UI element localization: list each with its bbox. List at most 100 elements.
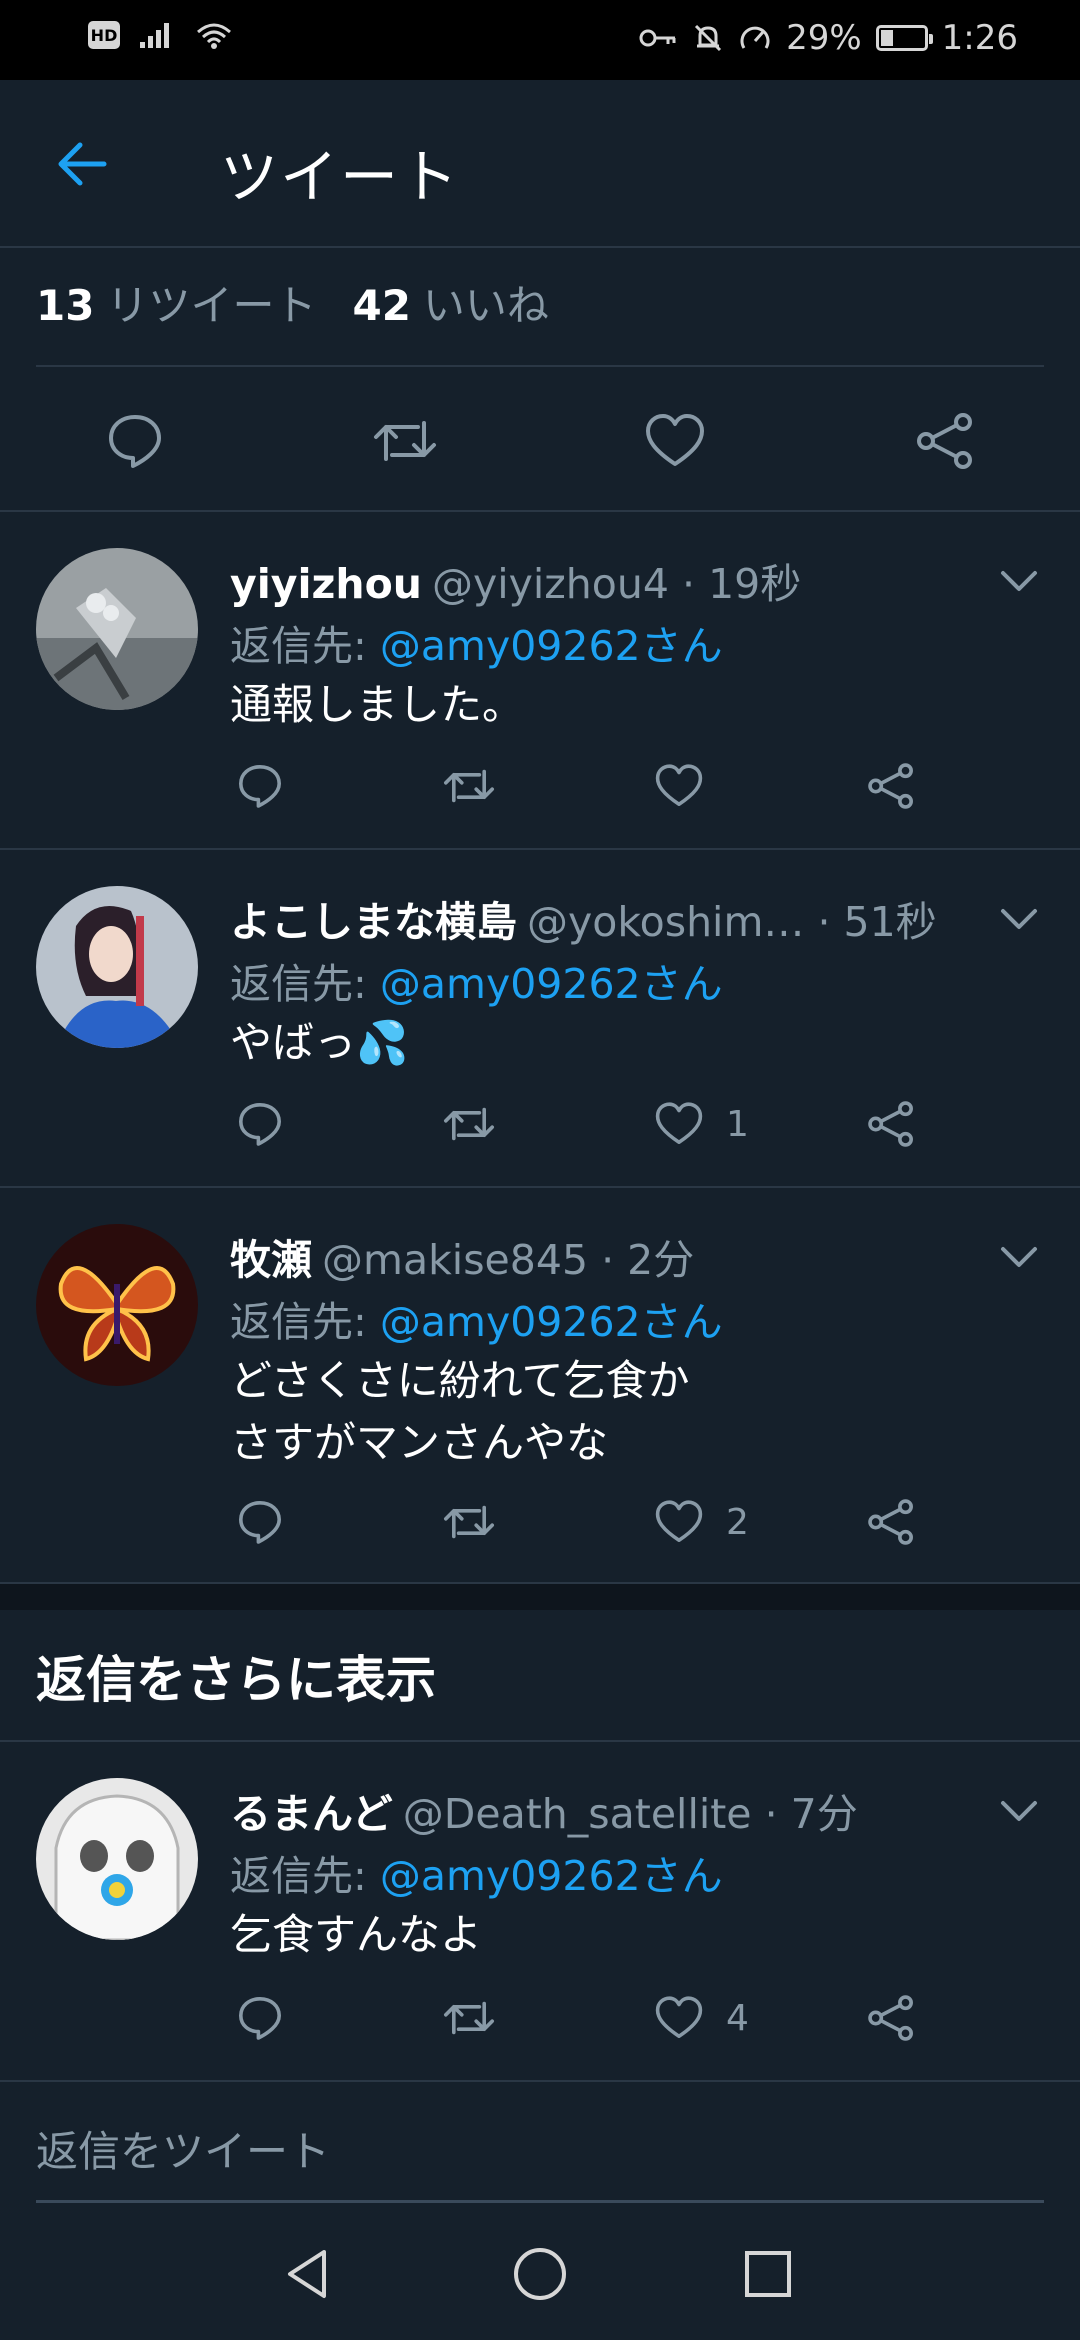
- reply-button[interactable]: [236, 756, 284, 816]
- reply-button[interactable]: [236, 1492, 284, 1552]
- battery-percent: 29%: [786, 18, 862, 58]
- reply-to-label: 返信先:: [230, 1852, 367, 1900]
- like-icon: [646, 414, 704, 466]
- reply-item[interactable]: るまんど @Death_satellite · 7分 返信先: @amy09262…: [0, 1742, 1080, 2082]
- like-button[interactable]: 4: [654, 1988, 749, 2048]
- status-bar: HD 29% 1:26: [0, 0, 1080, 80]
- bell-muted-icon: [695, 24, 722, 52]
- like-count: 4: [726, 1997, 749, 2039]
- reply-text: 通報しました。: [230, 680, 525, 729]
- reply-icon: [109, 415, 161, 468]
- nav-home-button[interactable]: [504, 2238, 576, 2310]
- retweets-count: 13: [36, 281, 95, 330]
- data-saver-icon: [740, 26, 770, 49]
- reply-item[interactable]: yiyizhou @yiyizhou4 · 19秒 返信先: @amy09262さ…: [0, 512, 1080, 850]
- chevron-down-icon: [1001, 1801, 1037, 1821]
- share-icon: [868, 1995, 913, 2041]
- reply-header: るまんど @Death_satellite · 7分: [230, 1780, 990, 1840]
- avatar-image: [36, 886, 198, 1048]
- avatar[interactable]: [36, 1778, 198, 1940]
- display-name[interactable]: るまんど: [230, 1790, 393, 1838]
- like-button[interactable]: [640, 406, 710, 476]
- reply-text: どさくさに紛れて乞食か さすがマンさんやな: [230, 1356, 690, 1467]
- more-options-button[interactable]: [994, 1786, 1044, 1836]
- battery-icon: [875, 25, 933, 51]
- like-icon: [655, 1996, 703, 2039]
- retweet-button[interactable]: [442, 756, 496, 816]
- likes-count: 42: [352, 281, 411, 330]
- chevron-down-icon: [1001, 909, 1037, 929]
- retweets-label: リツイート: [106, 281, 317, 330]
- signal-icon: [140, 23, 169, 48]
- tweet-actions: [0, 368, 1080, 512]
- avatar[interactable]: [36, 886, 198, 1048]
- share-button[interactable]: [866, 1492, 916, 1552]
- handle[interactable]: @makise845: [322, 1236, 588, 1284]
- more-options-button[interactable]: [994, 894, 1044, 944]
- retweet-icon: [444, 769, 495, 803]
- reply-item[interactable]: 牧瀬 @makise845 · 2分 返信先: @amy09262さん どさくさに…: [0, 1188, 1080, 1584]
- retweet-icon: [444, 2001, 495, 2035]
- reply-actions: 2: [230, 1492, 1080, 1552]
- handle[interactable]: @yiyizhou4: [432, 560, 669, 608]
- clock: 1:26: [941, 18, 1018, 58]
- system-nav-bar: [0, 2204, 1080, 2340]
- avatar[interactable]: [36, 1224, 198, 1386]
- mention-link[interactable]: @amy09262さん: [380, 1852, 723, 1900]
- mention-link[interactable]: @amy09262さん: [380, 622, 723, 670]
- like-button[interactable]: 1: [654, 1094, 749, 1154]
- retweet-icon: [444, 1107, 495, 1141]
- likes-stat[interactable]: 42 いいね: [352, 281, 548, 330]
- key-icon: [639, 29, 676, 47]
- timestamp: · 2分: [601, 1236, 695, 1284]
- reply-icon: [239, 1501, 281, 1544]
- like-count: 2: [726, 1501, 749, 1543]
- retweet-icon: [374, 421, 436, 461]
- status-bar-right: 29% 1:26: [638, 18, 1018, 58]
- handle[interactable]: @Death_satellite: [403, 1790, 752, 1838]
- reply-button[interactable]: [100, 406, 170, 476]
- display-name[interactable]: yiyizhou: [230, 560, 422, 608]
- reply-text: やばっ💦: [230, 1018, 409, 1067]
- like-button[interactable]: 2: [654, 1492, 749, 1552]
- share-icon: [868, 1101, 913, 1147]
- reply-actions: [230, 756, 1080, 816]
- more-replies-link[interactable]: 返信をさらに表示: [36, 1640, 436, 1712]
- retweet-button[interactable]: [442, 1492, 496, 1552]
- reply-to: 返信先: @amy09262さん: [230, 612, 723, 672]
- share-button[interactable]: [866, 756, 916, 816]
- reply-compose-input[interactable]: 返信をツイート: [36, 2118, 330, 2179]
- reply-to: 返信先: @amy09262さん: [230, 1842, 723, 1902]
- reply-item[interactable]: よこしまな横島 @yokoshim… · 51秒 返信先: @amy09262さん…: [0, 850, 1080, 1188]
- like-button[interactable]: [654, 756, 726, 816]
- display-name[interactable]: よこしまな横島: [230, 898, 517, 946]
- back-button[interactable]: [44, 126, 120, 202]
- retweet-button[interactable]: [370, 406, 440, 476]
- reply-icon: [239, 1103, 281, 1146]
- likes-label: いいね: [422, 281, 549, 330]
- reply-button[interactable]: [236, 1988, 284, 2048]
- mention-link[interactable]: @amy09262さん: [380, 960, 723, 1008]
- more-options-button[interactable]: [994, 1232, 1044, 1282]
- handle[interactable]: @yokoshim…: [527, 898, 804, 946]
- reply-actions: 4: [230, 1988, 1080, 2048]
- page-title: ツイート: [220, 143, 461, 211]
- more-options-button[interactable]: [994, 556, 1044, 606]
- avatar[interactable]: [36, 548, 198, 710]
- nav-back-button[interactable]: [272, 2238, 344, 2310]
- back-arrow-icon: [58, 142, 107, 186]
- retweets-stat[interactable]: 13 リツイート: [36, 281, 316, 330]
- chevron-down-icon: [1001, 1247, 1037, 1267]
- like-icon: [655, 1102, 703, 1145]
- share-button[interactable]: [866, 1988, 916, 2048]
- reply-to: 返信先: @amy09262さん: [230, 950, 723, 1010]
- nav-recents-button[interactable]: [732, 2238, 804, 2310]
- share-button[interactable]: [910, 406, 980, 476]
- reply-button[interactable]: [236, 1094, 284, 1154]
- compose-underline: [36, 2200, 1044, 2203]
- share-button[interactable]: [866, 1094, 916, 1154]
- display-name[interactable]: 牧瀬: [230, 1236, 312, 1284]
- retweet-button[interactable]: [442, 1988, 496, 2048]
- mention-link[interactable]: @amy09262さん: [380, 1298, 723, 1346]
- retweet-button[interactable]: [442, 1094, 496, 1154]
